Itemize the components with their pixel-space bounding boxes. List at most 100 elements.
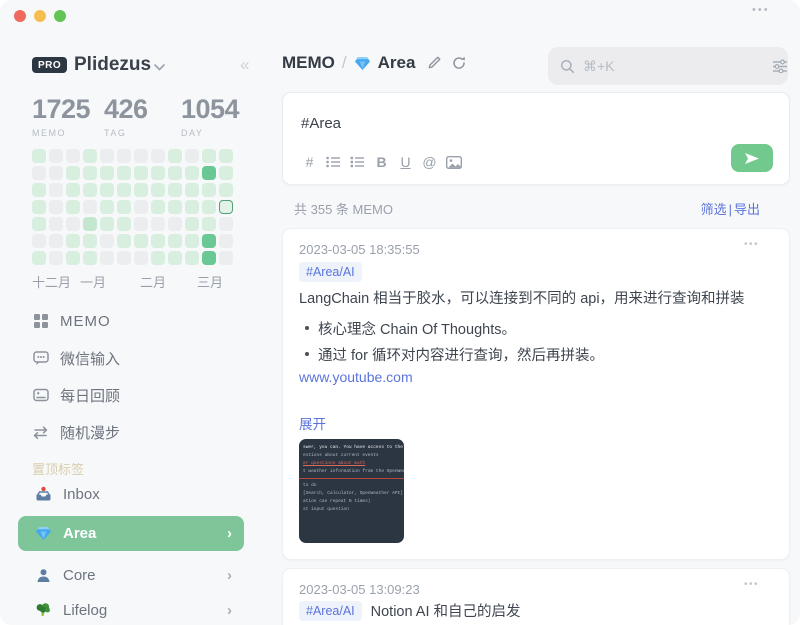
zoom-window-button[interactable] [54, 10, 66, 22]
heatmap-cell[interactable] [134, 166, 148, 180]
heatmap-cell[interactable] [185, 166, 199, 180]
heatmap-cell[interactable] [168, 166, 182, 180]
heatmap-cell[interactable] [168, 217, 182, 231]
chevron-right-icon[interactable]: › [227, 567, 232, 584]
heatmap-cell[interactable] [49, 234, 63, 248]
heatmap-cell[interactable] [117, 251, 131, 265]
heatmap-cell[interactable] [66, 149, 80, 163]
heatmap-cell[interactable] [219, 217, 233, 231]
heatmap-cell[interactable] [185, 200, 199, 214]
heatmap-cell[interactable] [117, 217, 131, 231]
heatmap-cell[interactable] [66, 217, 80, 231]
heatmap-cell[interactable] [32, 183, 46, 197]
heatmap-cell[interactable] [185, 183, 199, 197]
heatmap-cell[interactable] [66, 234, 80, 248]
heatmap-cell[interactable] [49, 217, 63, 231]
heatmap-cell[interactable] [168, 149, 182, 163]
heatmap-cell[interactable] [219, 149, 233, 163]
sidebar-tag-inbox[interactable]: Inbox [18, 478, 244, 510]
heatmap-cell[interactable] [100, 217, 114, 231]
image-icon[interactable] [445, 153, 462, 171]
heatmap-cell[interactable] [32, 251, 46, 265]
sidebar-tag-area[interactable]: Area › [18, 516, 244, 551]
heatmap-cell[interactable] [100, 234, 114, 248]
heatmap-cell[interactable] [202, 200, 216, 214]
heatmap-cell[interactable] [66, 183, 80, 197]
expand-link[interactable]: 展开 [299, 413, 326, 433]
heatmap-cell[interactable] [83, 251, 97, 265]
search-box[interactable] [548, 47, 788, 85]
minimize-window-button[interactable] [34, 10, 46, 22]
heatmap-cell[interactable] [151, 149, 165, 163]
heatmap-cell[interactable] [219, 200, 233, 214]
heatmap-cell[interactable] [134, 251, 148, 265]
heatmap-cell[interactable] [202, 166, 216, 180]
heatmap-cell[interactable] [100, 166, 114, 180]
heatmap-cell[interactable] [100, 149, 114, 163]
sidebar-item-memo[interactable]: MEMO [32, 310, 111, 332]
heatmap-cell[interactable] [219, 183, 233, 197]
numbered-list-icon[interactable] [349, 153, 366, 171]
heatmap-cell[interactable] [202, 251, 216, 265]
heatmap-cell[interactable] [202, 149, 216, 163]
memo-tag-chip[interactable]: #Area/AI [299, 262, 362, 282]
memo-link[interactable]: www.youtube.com [299, 369, 413, 385]
bullet-list-icon[interactable] [325, 153, 342, 171]
heatmap-cell[interactable] [151, 251, 165, 265]
heatmap-cell[interactable] [151, 234, 165, 248]
sidebar-item-wechat-input[interactable]: 微信输入 [32, 347, 120, 369]
window-more-icon[interactable]: ••• [752, 4, 770, 16]
heatmap-cell[interactable] [151, 183, 165, 197]
memo-attachment-code-image[interactable]: swer, you can. You have access to the fo… [299, 439, 404, 543]
mention-icon[interactable]: @ [421, 153, 438, 171]
send-button[interactable] [731, 144, 773, 172]
memo-more-icon[interactable]: ••• [744, 239, 759, 250]
heatmap-cell[interactable] [134, 200, 148, 214]
refresh-icon[interactable] [451, 55, 467, 71]
search-input[interactable] [583, 58, 764, 74]
heatmap-cell[interactable] [66, 166, 80, 180]
close-window-button[interactable] [14, 10, 26, 22]
tag-tool-icon[interactable]: # [301, 153, 318, 171]
sidebar-tag-core[interactable]: Core › [18, 559, 244, 591]
heatmap-cell[interactable] [32, 217, 46, 231]
export-link[interactable]: 导出 [734, 202, 760, 217]
heatmap-cell[interactable] [32, 149, 46, 163]
heatmap-cell[interactable] [117, 234, 131, 248]
heatmap-cell[interactable] [219, 251, 233, 265]
heatmap-cell[interactable] [83, 183, 97, 197]
heatmap-cell[interactable] [83, 234, 97, 248]
editor-content[interactable]: #Area [301, 115, 341, 132]
memo-editor[interactable]: #Area # B U @ [282, 92, 790, 185]
heatmap-cell[interactable] [49, 183, 63, 197]
heatmap-cell[interactable] [185, 251, 199, 265]
filter-sliders-icon[interactable] [772, 59, 788, 73]
heatmap-cell[interactable] [134, 217, 148, 231]
heatmap-cell[interactable] [83, 149, 97, 163]
heatmap-cell[interactable] [185, 234, 199, 248]
memo-more-icon[interactable]: ••• [744, 579, 759, 590]
collapse-sidebar-icon[interactable]: « [240, 55, 249, 75]
heatmap-cell[interactable] [219, 234, 233, 248]
heatmap-cell[interactable] [117, 200, 131, 214]
heatmap-cell[interactable] [185, 149, 199, 163]
heatmap-cell[interactable] [134, 183, 148, 197]
heatmap-cell[interactable] [202, 217, 216, 231]
filter-link[interactable]: 筛选 [701, 202, 727, 217]
heatmap-cell[interactable] [49, 200, 63, 214]
heatmap-cell[interactable] [83, 217, 97, 231]
heatmap-cell[interactable] [66, 251, 80, 265]
heatmap-cell[interactable] [185, 217, 199, 231]
heatmap-cell[interactable] [100, 200, 114, 214]
username[interactable]: Plidezus [74, 54, 151, 76]
heatmap-cell[interactable] [151, 217, 165, 231]
heatmap-cell[interactable] [168, 183, 182, 197]
heatmap-cell[interactable] [151, 200, 165, 214]
sidebar-item-random-walk[interactable]: 随机漫步 [32, 421, 120, 443]
edit-icon[interactable] [426, 55, 442, 71]
sidebar-tag-lifelog[interactable]: Lifelog › [18, 594, 244, 625]
chevron-right-icon[interactable]: › [227, 602, 232, 619]
heatmap-cell[interactable] [32, 234, 46, 248]
bold-icon[interactable]: B [373, 153, 390, 171]
heatmap-cell[interactable] [83, 200, 97, 214]
